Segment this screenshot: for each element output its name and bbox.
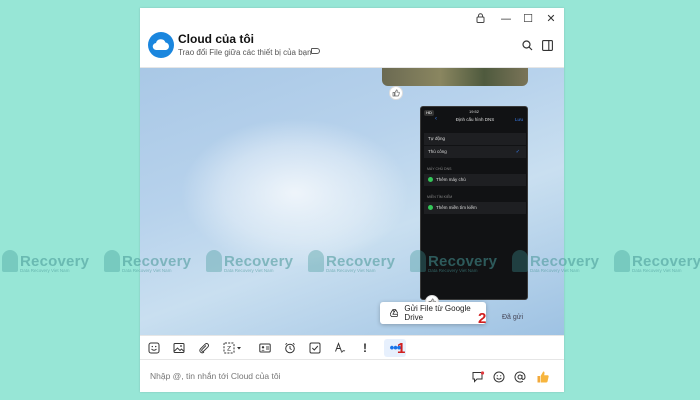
composer-toolbar: Z ! ••• — [140, 335, 564, 359]
option-manual: Thủ công ✓ — [424, 146, 526, 158]
attach-icon[interactable] — [197, 341, 211, 355]
add-domain-row: Thêm miền tìm kiếm — [424, 202, 526, 214]
chat-header: Cloud của tôi Trao đổi File giữa các thi… — [140, 28, 564, 68]
cloud-icon — [152, 39, 169, 51]
maximize-button[interactable]: ☐ — [517, 10, 539, 26]
font-format-icon[interactable] — [333, 341, 347, 355]
image-icon[interactable] — [172, 341, 186, 355]
like-reaction-icon[interactable] — [389, 86, 403, 100]
status-time: 19:52 — [469, 109, 480, 114]
google-drive-menu-item[interactable]: Gửi File từ Google Drive — [380, 302, 486, 324]
sidebar-toggle-icon[interactable] — [540, 38, 554, 52]
sent-status: Đã gửi — [502, 314, 524, 321]
section-search-domains: MIỀN TÌM KIẾM — [427, 195, 453, 199]
section-dns-servers: MÁY CHỦ DNS — [427, 167, 452, 171]
close-button[interactable]: ✕ — [540, 10, 562, 26]
thumbs-up-icon[interactable] — [536, 370, 550, 384]
chat-subtitle: Trao đổi File giữa các thiết bị của bạn — [178, 48, 312, 57]
emoji-icon[interactable] — [492, 370, 506, 384]
reminder-icon[interactable] — [283, 341, 297, 355]
svg-text:Z: Z — [227, 346, 231, 353]
hd-badge: HD — [424, 110, 434, 116]
add-server-row: Thêm máy chủ — [424, 174, 526, 186]
nav-save: Lưu — [514, 117, 523, 122]
tag-icon[interactable] — [311, 48, 320, 54]
checkmark-icon: ✓ — [515, 149, 520, 155]
zalo-window: — ☐ ✕ Cloud của tôi Trao đổi File giữa c… — [140, 8, 564, 392]
watermark: Recovery Data Recovery Viet Nam — [614, 248, 700, 274]
annotation-step-2: 2 — [478, 310, 487, 327]
image-message[interactable] — [382, 68, 528, 86]
chat-title[interactable]: Cloud của tôi — [178, 32, 254, 46]
screenshot-icon[interactable]: Z — [222, 341, 244, 355]
message-input-bar: Nhập @, tin nhắn tới Cloud của tôi — [140, 359, 564, 392]
option-auto: Tự động — [424, 133, 526, 145]
nav-title: Định cấu hình DNS — [455, 117, 495, 122]
add-icon — [428, 205, 433, 211]
sticker-icon[interactable] — [147, 341, 161, 355]
watermark: Recovery Data Recovery Viet Nam — [2, 248, 89, 274]
background-cloud — [180, 118, 410, 268]
contact-card-icon[interactable] — [258, 341, 272, 355]
title-bar: — ☐ ✕ — [140, 8, 564, 28]
todo-icon[interactable] — [308, 341, 322, 355]
google-drive-icon — [390, 309, 399, 317]
google-drive-label: Gửi File từ Google Drive — [404, 304, 471, 322]
mention-icon[interactable] — [513, 370, 527, 384]
lock-icon[interactable] — [469, 10, 491, 26]
minimize-button[interactable]: — — [495, 10, 517, 26]
urgent-icon[interactable]: ! — [358, 341, 372, 355]
message-input[interactable]: Nhập @, tin nhắn tới Cloud của tôi — [150, 371, 280, 381]
phone-screenshot-message[interactable]: HD 19:52 ‹ Định cấu hình DNS Lưu Tự động… — [420, 106, 528, 300]
cloud-avatar[interactable] — [148, 32, 174, 58]
quick-message-icon[interactable] — [471, 370, 485, 384]
search-icon[interactable] — [520, 38, 534, 52]
annotation-step-1: 1 — [397, 340, 406, 357]
add-icon — [428, 177, 433, 183]
chat-area[interactable]: HD 19:52 ‹ Định cấu hình DNS Lưu Tự động… — [140, 68, 564, 335]
